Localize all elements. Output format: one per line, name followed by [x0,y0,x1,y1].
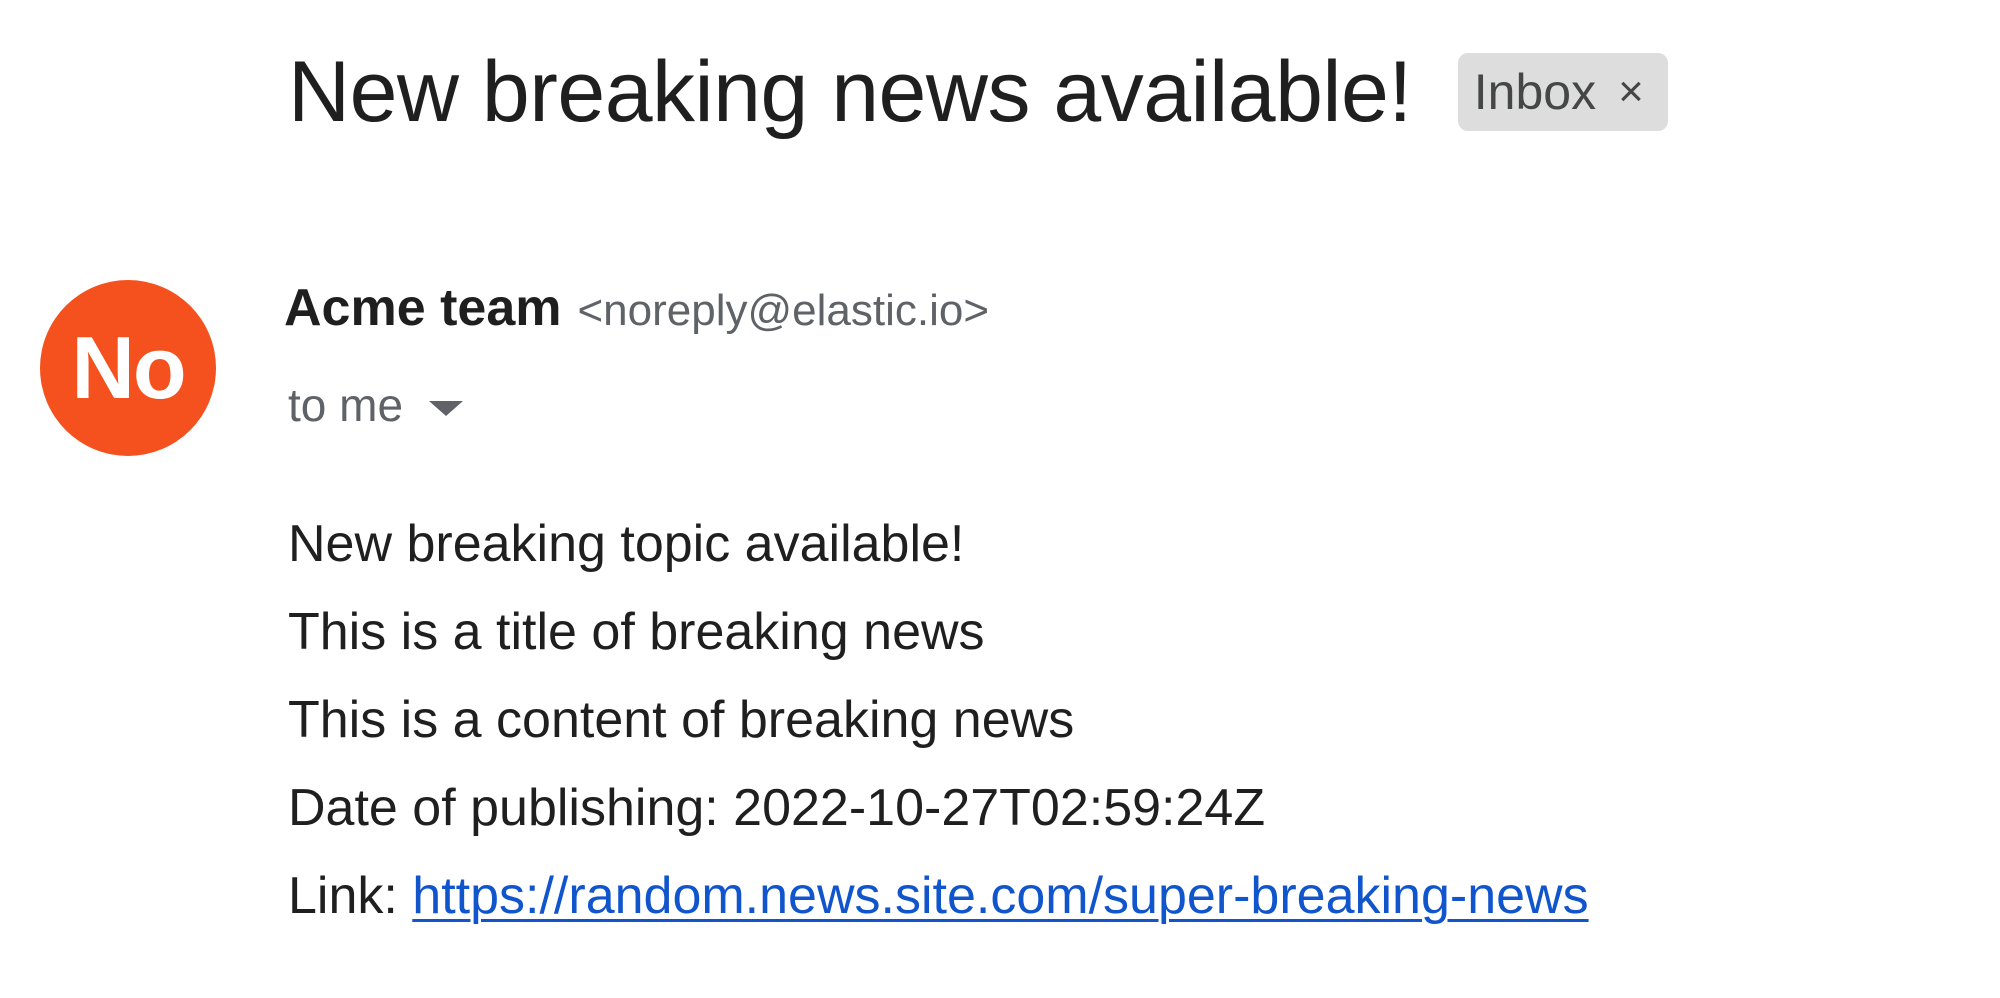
body-line-link: Link: https://random.news.site.com/super… [288,852,1589,940]
body-line-date: Date of publishing: 2022-10-27T02:59:24Z [288,779,1266,837]
avatar[interactable]: No [40,280,216,456]
sender-email: <noreply@elastic.io> [577,286,990,335]
recipient-text: to me [288,379,404,431]
body-line-title: This is a title of breaking news [288,603,985,661]
body-line-content: This is a content of breaking news [288,691,1075,749]
email-subject: New breaking news available! [288,44,1412,140]
recipient-details[interactable]: to me [288,378,464,432]
link-prefix: Link: [288,867,413,925]
sender-info: Acme team <noreply@elastic.io> [284,278,989,338]
inbox-label-chip[interactable]: Inbox × [1457,53,1668,131]
news-link[interactable]: https://random.news.site.com/super-break… [412,867,1588,925]
remove-label-icon[interactable]: × [1618,70,1644,114]
subject-row: New breaking news available! Inbox × [288,42,1668,142]
sender-name[interactable]: Acme team [284,278,561,338]
body-line-topic: New breaking topic available! [288,515,965,573]
label-text: Inbox [1473,64,1597,120]
email-body: New breaking topic available! This is a … [288,500,1589,940]
show-details-caret-icon[interactable] [429,400,464,416]
